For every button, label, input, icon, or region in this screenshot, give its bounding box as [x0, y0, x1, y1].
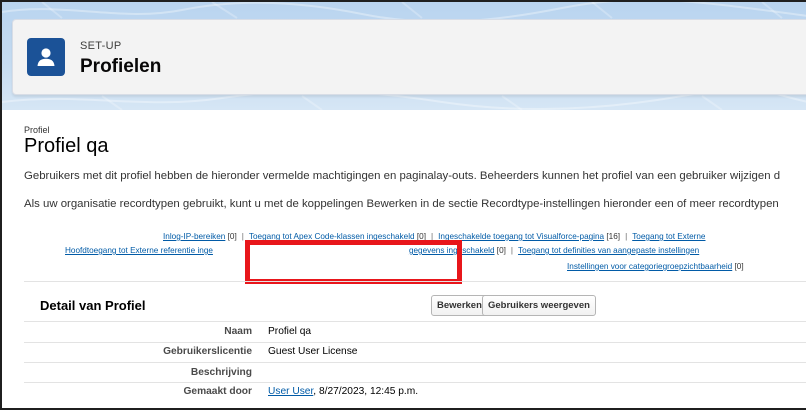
description-paragraph-1: Gebruikers met dit profiel hebben de hie… — [24, 170, 781, 182]
user-profile-icon — [27, 38, 65, 76]
description-paragraph-2: Als uw organisatie recordtypen gebruikt,… — [24, 198, 779, 210]
created-date: , 8/27/2023, 12:45 p.m. — [313, 386, 419, 397]
header-eyebrow: SET-UP — [80, 40, 122, 52]
page-title: Profiel qa — [24, 135, 109, 157]
count-category-groups: [0] — [734, 262, 744, 271]
link-external-access[interactable]: Toegang tot Externe — [632, 232, 705, 241]
detail-section-heading: Detail van Profiel — [40, 298, 146, 313]
app-frame: SET-UP Profielen Profiel Profiel qa Gebr… — [0, 0, 806, 410]
header-title: Profielen — [80, 56, 162, 77]
record-type-label: Profiel — [24, 125, 50, 135]
link-visualforce-pages[interactable]: Ingeschakelde toegang tot Visualforce-pa… — [438, 232, 604, 241]
field-label-name: Naam — [224, 326, 252, 337]
link-separator: | — [241, 232, 244, 241]
row-divider — [24, 382, 806, 383]
page-header: SET-UP Profielen — [12, 19, 806, 95]
count-visualforce: [16] — [606, 232, 621, 241]
row-divider — [24, 342, 806, 343]
link-separator: | — [625, 232, 628, 241]
count-main-external: [0] — [496, 246, 506, 255]
field-value-name: Profiel qa — [268, 326, 312, 337]
field-label-description: Beschrijving — [190, 367, 252, 378]
link-separator: | — [510, 246, 514, 255]
highlight-box — [245, 240, 462, 284]
link-custom-settings[interactable]: Toegang tot definities van aangepaste in… — [518, 246, 699, 255]
field-value-license: Guest User License — [268, 346, 358, 357]
section-divider — [24, 281, 806, 282]
edit-button[interactable]: Bewerken — [431, 295, 488, 316]
link-login-ip-ranges[interactable]: Inlog-IP-bereiken — [163, 232, 225, 241]
created-by-user-link[interactable]: User User — [268, 386, 313, 397]
row-divider — [24, 362, 806, 363]
link-category-group-visibility[interactable]: Instellingen voor categoriegroepzichtbaa… — [567, 262, 732, 271]
count-login-ip: [0] — [227, 232, 237, 241]
field-value-created-by: User User, 8/27/2023, 12:45 p.m. — [268, 386, 418, 397]
header-band: SET-UP Profielen — [2, 2, 806, 110]
view-users-button[interactable]: Gebruikers weergeven — [482, 295, 596, 316]
detail-top-border — [24, 321, 806, 322]
field-label-created-by: Gemaakt door — [183, 386, 252, 397]
field-label-license: Gebruikerslicentie — [163, 346, 252, 357]
main-content: Profiel Profiel qa Gebruikers met dit pr… — [4, 110, 806, 408]
